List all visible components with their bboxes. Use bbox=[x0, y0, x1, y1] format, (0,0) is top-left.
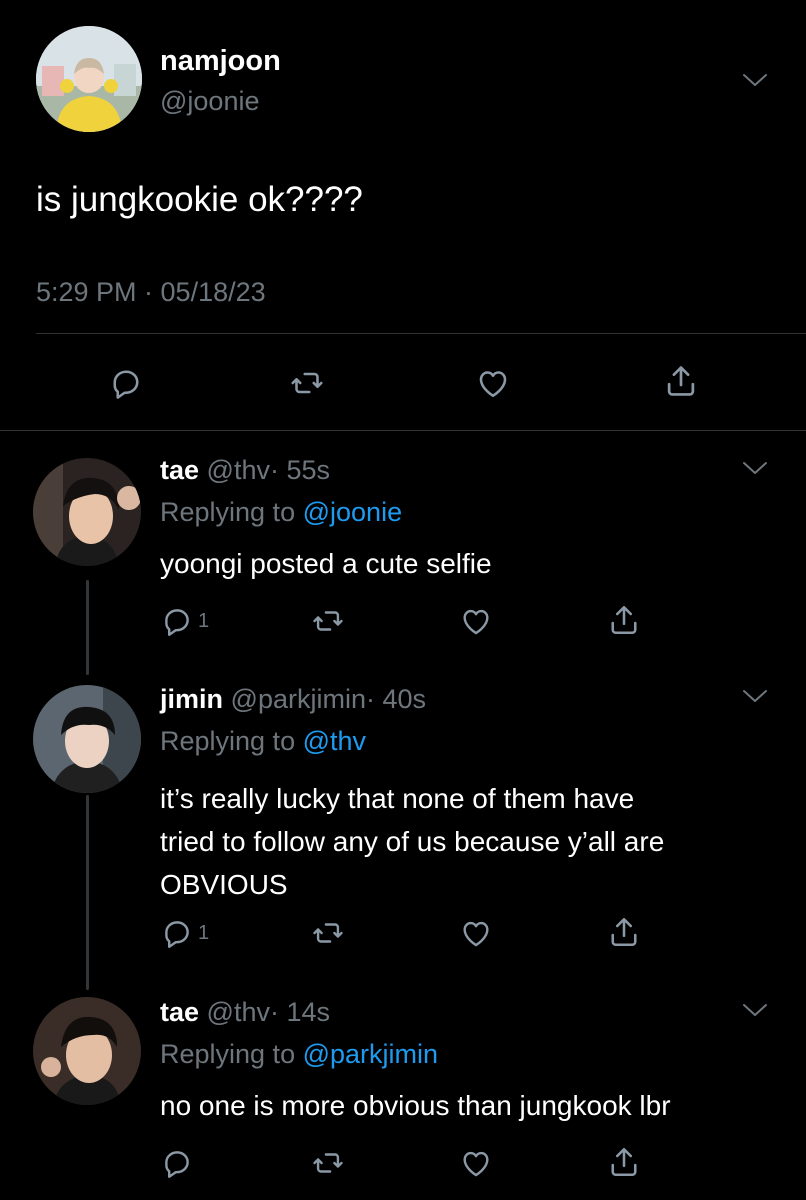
like-button[interactable] bbox=[458, 916, 494, 950]
reply-icon bbox=[160, 916, 194, 950]
avatar-image bbox=[33, 685, 141, 793]
reply-button[interactable]: 1 bbox=[160, 604, 209, 638]
handle[interactable]: @parkjimin bbox=[231, 684, 366, 714]
reply-button[interactable]: 1 bbox=[160, 916, 209, 950]
handle[interactable]: @thv bbox=[207, 997, 270, 1027]
chevron-down-icon[interactable] bbox=[740, 458, 770, 478]
avatar[interactable] bbox=[33, 997, 141, 1105]
avatar[interactable] bbox=[36, 26, 142, 132]
reply-button[interactable] bbox=[108, 365, 144, 401]
like-icon bbox=[474, 365, 512, 401]
like-icon bbox=[458, 916, 494, 950]
display-name[interactable]: jimin bbox=[160, 684, 223, 714]
reply-count: 1 bbox=[198, 609, 210, 632]
avatar-image bbox=[33, 997, 141, 1105]
share-icon bbox=[606, 1144, 642, 1180]
like-button[interactable] bbox=[474, 365, 512, 401]
thread-connector bbox=[86, 795, 89, 990]
retweet-button[interactable] bbox=[288, 365, 326, 401]
avatar-image bbox=[33, 458, 141, 566]
divider bbox=[0, 430, 806, 431]
retweet-icon bbox=[310, 916, 346, 950]
tweet-text: no one is more obvious than jungkook lbr bbox=[160, 1090, 671, 1121]
thread-connector bbox=[86, 580, 89, 675]
retweet-icon bbox=[310, 604, 346, 638]
retweet-button[interactable] bbox=[310, 604, 346, 638]
tweet-text: it’s really lucky that none of them have… bbox=[160, 777, 664, 906]
avatar-image bbox=[36, 26, 142, 132]
display-name[interactable]: tae bbox=[160, 455, 199, 485]
retweet-button[interactable] bbox=[310, 1146, 346, 1180]
handle[interactable]: @joonie bbox=[160, 86, 259, 117]
timestamp: 5:29 PM · 05/18/23 bbox=[36, 277, 266, 307]
replying-to: Replying to @thv bbox=[160, 726, 366, 757]
tweet-text: yoongi posted a cute selfie bbox=[160, 548, 492, 579]
replying-to-link[interactable]: @joonie bbox=[303, 497, 402, 527]
reply-button[interactable] bbox=[160, 1146, 198, 1180]
handle[interactable]: @thv bbox=[207, 455, 270, 485]
retweet-button[interactable] bbox=[310, 916, 346, 950]
replying-to-label: Replying to bbox=[160, 497, 296, 527]
reply-icon bbox=[160, 604, 194, 638]
display-name[interactable]: tae bbox=[160, 997, 199, 1027]
tweet-text-line: OBVIOUS bbox=[160, 869, 288, 900]
tweet-text: is jungkookie ok???? bbox=[36, 180, 363, 219]
share-button[interactable] bbox=[606, 1144, 642, 1180]
replying-to: Replying to @joonie bbox=[160, 497, 402, 528]
share-icon bbox=[606, 602, 642, 638]
replying-to-link[interactable]: @thv bbox=[303, 726, 366, 756]
display-name[interactable]: namjoon bbox=[160, 45, 281, 78]
chevron-down-icon[interactable] bbox=[740, 686, 770, 706]
share-button[interactable] bbox=[606, 914, 642, 950]
share-icon bbox=[662, 362, 700, 400]
tweet-text-line: it’s really lucky that none of them have bbox=[160, 783, 635, 814]
like-button[interactable] bbox=[458, 1146, 494, 1180]
avatar[interactable] bbox=[33, 458, 141, 566]
share-button[interactable] bbox=[606, 602, 642, 638]
reply-icon bbox=[108, 365, 144, 401]
chevron-down-icon[interactable] bbox=[740, 70, 770, 90]
replying-to-link[interactable]: @parkjimin bbox=[303, 1039, 438, 1069]
like-button[interactable] bbox=[458, 604, 494, 638]
post-time: · 14s bbox=[269, 997, 331, 1027]
replying-to: Replying to @parkjimin bbox=[160, 1039, 438, 1070]
post-time: · 40s bbox=[365, 684, 426, 714]
retweet-icon bbox=[310, 1146, 346, 1180]
tweet-header: jimin @parkjimin· 40s bbox=[160, 684, 426, 715]
replying-to-label: Replying to bbox=[160, 1039, 296, 1069]
share-button[interactable] bbox=[662, 362, 700, 400]
tweet-text-line: tried to follow any of us because y’all … bbox=[160, 826, 665, 857]
retweet-icon bbox=[288, 365, 326, 401]
tweet-header: tae @thv· 14s bbox=[160, 997, 330, 1028]
post-time: · 55s bbox=[269, 455, 331, 485]
share-icon bbox=[606, 914, 642, 950]
divider bbox=[36, 333, 806, 334]
reply-icon bbox=[160, 1146, 194, 1180]
reply-count: 1 bbox=[198, 921, 210, 944]
tweet-header: tae @thv· 55s bbox=[160, 455, 330, 486]
replying-to-label: Replying to bbox=[160, 726, 296, 756]
avatar[interactable] bbox=[33, 685, 141, 793]
like-icon bbox=[458, 604, 494, 638]
like-icon bbox=[458, 1146, 494, 1180]
chevron-down-icon[interactable] bbox=[740, 1000, 770, 1020]
